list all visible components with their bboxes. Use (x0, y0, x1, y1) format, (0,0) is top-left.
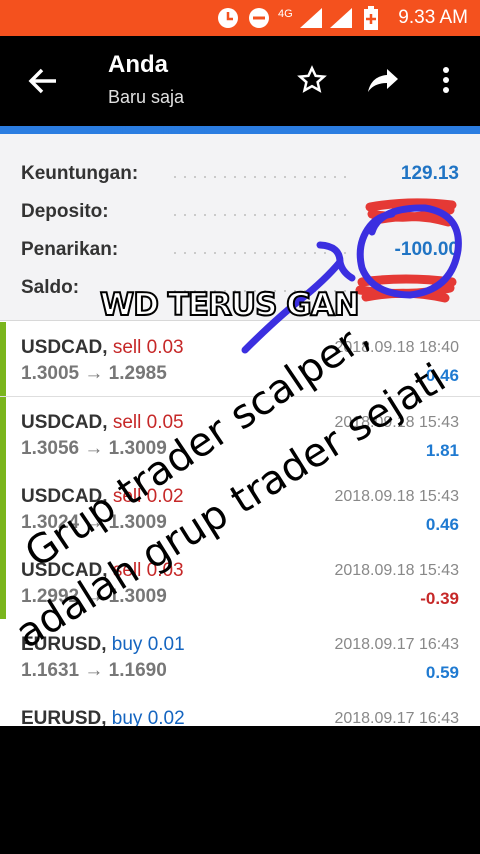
trade-side: sell 0.05 (112, 412, 184, 433)
summary-label: Penarikan: (21, 239, 119, 260)
back-arrow-icon[interactable] (26, 64, 60, 98)
timer-icon (217, 0, 239, 36)
trade-symbol: EURUSD, (21, 634, 107, 655)
summary-row-deposit: Deposito: (0, 194, 480, 232)
summary-row-withdrawal: Penarikan: -100.00 (0, 232, 480, 270)
trade-side: buy 0.01 (111, 634, 185, 655)
trade-row[interactable]: USDCAD, sell 0.02 1.3024 → 1.3009 2018.0… (0, 471, 480, 546)
minus-circle-icon (248, 0, 270, 36)
star-icon[interactable] (292, 60, 332, 100)
trade-prices: 1.3056 → 1.3009 (21, 438, 167, 459)
trade-prices: 1.3005 → 1.2985 (21, 363, 167, 384)
header-partial: Semua simbol (86, 126, 209, 138)
signal-icon (300, 0, 322, 36)
trade-profit: 0.46 (425, 515, 459, 534)
trade-profit: -0.39 (420, 589, 459, 608)
trade-side: buy 0.02 (111, 708, 185, 726)
battery-icon (364, 0, 378, 36)
trade-row[interactable]: USDCAD, sell 0.05 1.3056 → 1.3009 2018.0… (0, 397, 480, 472)
trade-row[interactable]: USDCAD, sell 0.03 1.3005 → 1.2985 2018.0… (0, 322, 480, 397)
trade-time: 2018.09.18 18:40 (334, 339, 459, 356)
app-toolbar: Anda Baru saja (0, 36, 480, 126)
status-bar: 4G 9.33 AM (0, 0, 480, 36)
dotted-leader (170, 214, 350, 216)
summary-value: -100.00 (394, 239, 459, 260)
trade-profit: 1.81 (425, 441, 459, 460)
dotted-leader (170, 176, 350, 178)
open-indicator (0, 322, 6, 396)
trade-time: 2018.09.17 16:43 (334, 710, 459, 726)
header-strip (0, 126, 480, 134)
trade-time: 2018.09.17 16:43 (334, 636, 459, 653)
trade-side: sell 0.03 (112, 337, 184, 358)
open-indicator (0, 397, 6, 471)
dotted-leader (170, 252, 350, 254)
network-type: 4G (278, 8, 293, 20)
summary-label: Saldo: (21, 277, 80, 298)
summary-value: 129.13 (400, 163, 459, 184)
dotted-leader (170, 290, 350, 292)
trade-symbol: EURUSD, (21, 708, 107, 726)
trade-prices: 1.1631 → 1.1690 (21, 660, 167, 681)
account-summary: Semua simbol Keuntungan: 129.13 Deposito… (0, 126, 480, 321)
share-icon[interactable] (363, 60, 403, 100)
trade-row[interactable]: EURUSD, buy 0.01 1.1631 → 1.1690 2018.09… (0, 619, 480, 694)
trade-prices: 1.2992 → 1.3009 (21, 586, 167, 607)
trade-time: 2018.09.18 15:43 (334, 488, 459, 505)
trade-prices: 1.3024 → 1.3009 (21, 512, 167, 533)
trade-row[interactable]: USDCAD, sell 0.03 1.2992 → 1.3009 2018.0… (0, 545, 480, 620)
summary-row-balance: Saldo: (0, 270, 480, 308)
more-vert-icon[interactable] (426, 60, 466, 100)
trade-symbol: USDCAD, (21, 412, 108, 433)
trade-profit: 0.46 (425, 366, 459, 385)
clock: 9.33 AM (398, 7, 468, 28)
trade-time: 2018.09.18 15:43 (334, 414, 459, 431)
content-area: Semua simbol Keuntungan: 129.13 Deposito… (0, 126, 480, 726)
open-indicator (0, 545, 6, 619)
signal-icon (330, 0, 352, 36)
trade-profit: 0.59 (425, 663, 459, 682)
trade-symbol: USDCAD, (21, 337, 108, 358)
page-title: Anda (108, 51, 168, 78)
trade-symbol: USDCAD, (21, 560, 108, 581)
trade-side: sell 0.03 (112, 560, 184, 581)
summary-label: Deposito: (21, 201, 109, 222)
trade-symbol: USDCAD, (21, 486, 108, 507)
page-subtitle: Baru saja (108, 87, 185, 107)
trade-row[interactable]: EURUSD, buy 0.02 2018.09.17 16:43 (0, 693, 480, 726)
summary-row-profit: Keuntungan: 129.13 (0, 156, 480, 194)
open-indicator (0, 471, 6, 545)
trade-time: 2018.09.18 15:43 (334, 562, 459, 579)
trade-side: sell 0.02 (112, 486, 184, 507)
summary-label: Keuntungan: (21, 163, 139, 184)
